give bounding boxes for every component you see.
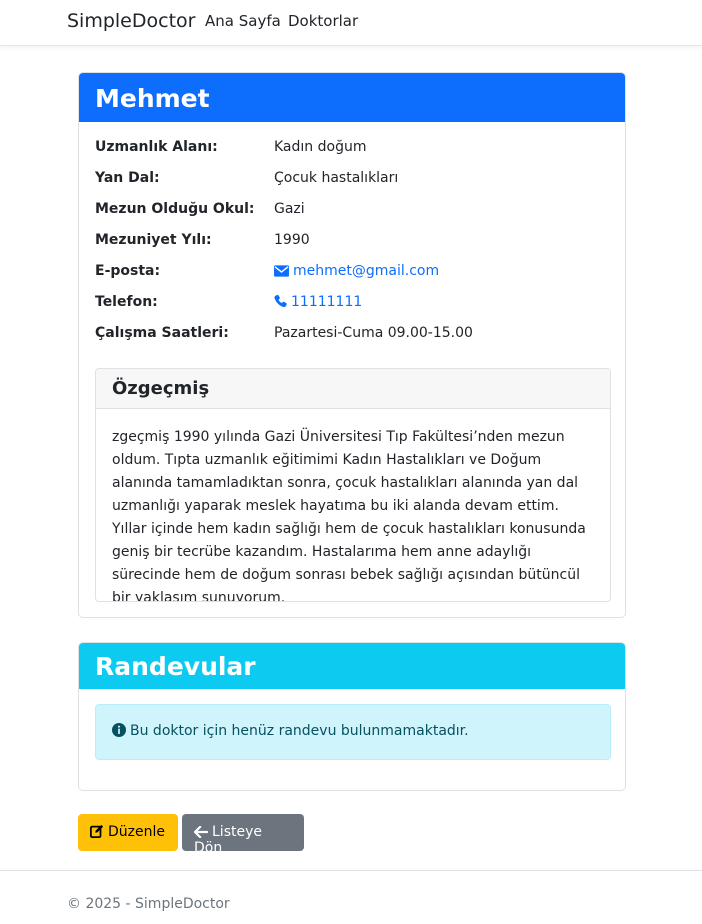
info-label: Mezuniyet Yılı: — [95, 232, 212, 248]
info-label: Mezun Olduğu Okul: — [95, 201, 255, 217]
edit-button[interactable]: Düzenle — [78, 814, 178, 851]
info-row-subspecialty: Yan Dal: Çocuk hastalıkları — [95, 170, 611, 194]
info-circle-icon — [112, 723, 126, 737]
envelope-icon — [274, 265, 289, 277]
info-label: E-posta: — [95, 263, 161, 279]
phone-text: 11111111 — [291, 294, 363, 310]
email-link[interactable]: mehmet@gmail.com — [274, 263, 439, 279]
email-text: mehmet@gmail.com — [293, 263, 440, 279]
info-row-hours: Çalışma Saatleri: Pazartesi-Cuma 09.00-1… — [95, 325, 611, 349]
phone-link[interactable]: 11111111 — [274, 294, 362, 310]
info-label: Yan Dal: — [95, 170, 160, 186]
bio-title: Özgeçmiş — [96, 369, 610, 409]
phone-icon — [274, 294, 287, 308]
footer: © 2025 - SimpleDoctor — [0, 870, 702, 924]
arrow-left-icon — [194, 826, 208, 838]
info-row-graduation-year: Mezuniyet Yılı: 1990 — [95, 232, 611, 256]
info-row-school: Mezun Olduğu Okul: Gazi — [95, 201, 611, 225]
appointments-card: Randevular Bu doktor için henüz randevu … — [78, 642, 626, 791]
info-row-specialty: Uzmanlık Alanı: Kadın doğum — [95, 139, 611, 163]
bio-text: zgeçmiş 1990 yılında Gazi Üniversitesi T… — [112, 429, 586, 602]
info-value: Kadın doğum — [274, 139, 367, 155]
info-value: Çocuk hastalıkları — [274, 170, 399, 186]
navbar: SimpleDoctor Ana Sayfa Doktorlar — [0, 0, 702, 46]
back-to-list-button[interactable]: Listeye Dön — [182, 814, 304, 856]
info-value: Gazi — [274, 201, 305, 217]
appointments-title: Randevular — [79, 643, 625, 689]
nav-link-home[interactable]: Ana Sayfa — [205, 12, 281, 30]
footer-copyright: © 2025 - SimpleDoctor — [67, 896, 230, 912]
doctor-card: Mehmet Uzmanlık Alanı: Kadın doğum Yan D… — [78, 72, 626, 618]
edit-icon — [90, 824, 104, 838]
nav-link-doctors[interactable]: Doktorlar — [288, 12, 358, 30]
edit-button-label: Düzenle — [108, 824, 165, 840]
doctor-name: Mehmet — [79, 73, 625, 122]
info-row-phone: Telefon: 11111111 — [95, 294, 611, 318]
info-row-email: E-posta: mehmet@gmail.com — [95, 263, 611, 287]
info-label: Çalışma Saatleri: — [95, 325, 229, 341]
info-value: Pazartesi-Cuma 09.00-15.00 — [274, 325, 473, 341]
info-value: 1990 — [274, 232, 310, 248]
info-label: Uzmanlık Alanı: — [95, 139, 218, 155]
bio-card: Özgeçmiş zgeçmiş 1990 yılında Gazi Ünive… — [95, 368, 611, 602]
empty-appointments-alert: Bu doktor için henüz randevu bulunmamakt… — [95, 704, 611, 760]
info-label: Telefon: — [95, 294, 158, 310]
empty-appointments-text: Bu doktor için henüz randevu bulunmamakt… — [130, 723, 469, 739]
brand-link[interactable]: SimpleDoctor — [67, 10, 195, 32]
